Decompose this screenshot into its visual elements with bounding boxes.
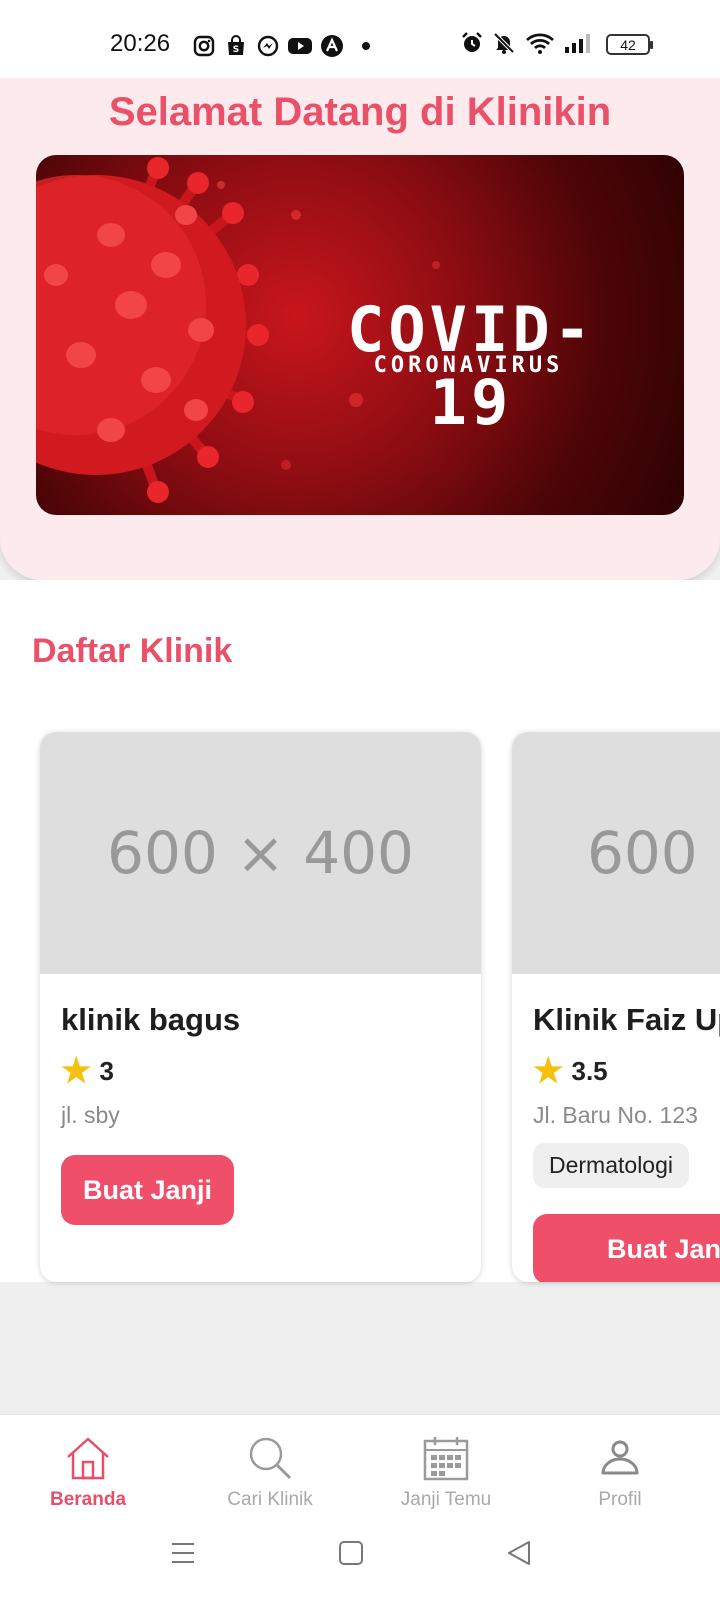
- section-title: Daftar Klinik: [32, 632, 233, 670]
- battery-icon: 42: [606, 34, 653, 55]
- rating-value: 3: [99, 1055, 114, 1086]
- star-icon: ★: [533, 1052, 564, 1090]
- app-logo-icon: [320, 34, 344, 58]
- battery-level: 42: [620, 36, 636, 53]
- covid-banner[interactable]: COVID-19 CORONAVIRUS: [36, 155, 684, 515]
- bottom-navigation: Beranda Cari Klinik Janji Temu Profil: [0, 1414, 720, 1522]
- book-appointment-button[interactable]: Buat Janji: [533, 1214, 720, 1282]
- calendar-icon: [423, 1437, 469, 1481]
- clinic-name: klinik bagus: [61, 1002, 241, 1037]
- home-square-icon[interactable]: [338, 1540, 364, 1566]
- signal-icon: [564, 31, 592, 55]
- nav-label: Janji Temu: [400, 1489, 492, 1510]
- clinic-address: jl. sby: [61, 1102, 120, 1128]
- system-status-icons: [460, 31, 592, 55]
- profile-icon: [601, 1440, 639, 1475]
- more-notifications-dot: [362, 42, 370, 50]
- star-icon: ★: [61, 1052, 92, 1090]
- clinic-rating: ★ 3: [61, 1054, 460, 1088]
- wifi-icon: [524, 31, 556, 55]
- mute-bell-icon: [492, 31, 516, 55]
- banner-subtitle: CORONAVIRUS: [373, 353, 564, 378]
- shop-bag-icon: S: [224, 34, 248, 58]
- messenger-icon: [256, 34, 280, 58]
- svg-text:S: S: [233, 45, 239, 55]
- clinic-card[interactable]: 600 × 400 klinik bagus ★ 3 jl. sby Buat …: [40, 732, 481, 1282]
- nav-item-profil[interactable]: Profil: [540, 1435, 700, 1511]
- welcome-title: Selamat Datang di Klinikin: [108, 90, 612, 134]
- clinic-image: 600 × 400: [512, 732, 720, 974]
- status-bar: 20:26 S 42: [0, 0, 720, 80]
- clinic-name: Klinik Faiz Up: [533, 1002, 720, 1037]
- notification-icons: S: [192, 33, 370, 59]
- youtube-icon: [288, 34, 312, 58]
- alarm-icon: [460, 31, 484, 55]
- specialty-tag: Dermatologi: [533, 1143, 689, 1188]
- clinic-image: 600 × 400: [40, 732, 481, 974]
- clinic-address: Jl. Baru No. 123: [533, 1102, 698, 1128]
- nav-label: Profil: [598, 1489, 642, 1510]
- system-navigation-bar: [0, 1522, 720, 1600]
- search-icon: [249, 1437, 292, 1480]
- app-screen: 20:26 S 42 Selamat Datang di Klinikin CO…: [0, 0, 720, 1600]
- clinic-card[interactable]: 600 × 400 Klinik Faiz Up ★ 3.5 Jl. Baru …: [512, 732, 720, 1282]
- nav-item-janji-temu[interactable]: Janji Temu: [366, 1435, 526, 1511]
- instagram-icon: [192, 34, 216, 58]
- rating-value: 3.5: [571, 1055, 608, 1086]
- status-time: 20:26: [110, 30, 171, 57]
- nav-label: Cari Klinik: [227, 1489, 313, 1510]
- nav-item-beranda[interactable]: Beranda: [8, 1435, 168, 1511]
- clinic-rating: ★ 3.5: [533, 1054, 720, 1088]
- menu-icon[interactable]: [170, 1540, 196, 1566]
- nav-label: Beranda: [49, 1489, 127, 1510]
- back-icon[interactable]: [506, 1540, 532, 1566]
- book-appointment-button[interactable]: Buat Janji: [61, 1155, 235, 1225]
- home-icon: [67, 1437, 109, 1480]
- nav-item-cari-klinik[interactable]: Cari Klinik: [190, 1435, 350, 1511]
